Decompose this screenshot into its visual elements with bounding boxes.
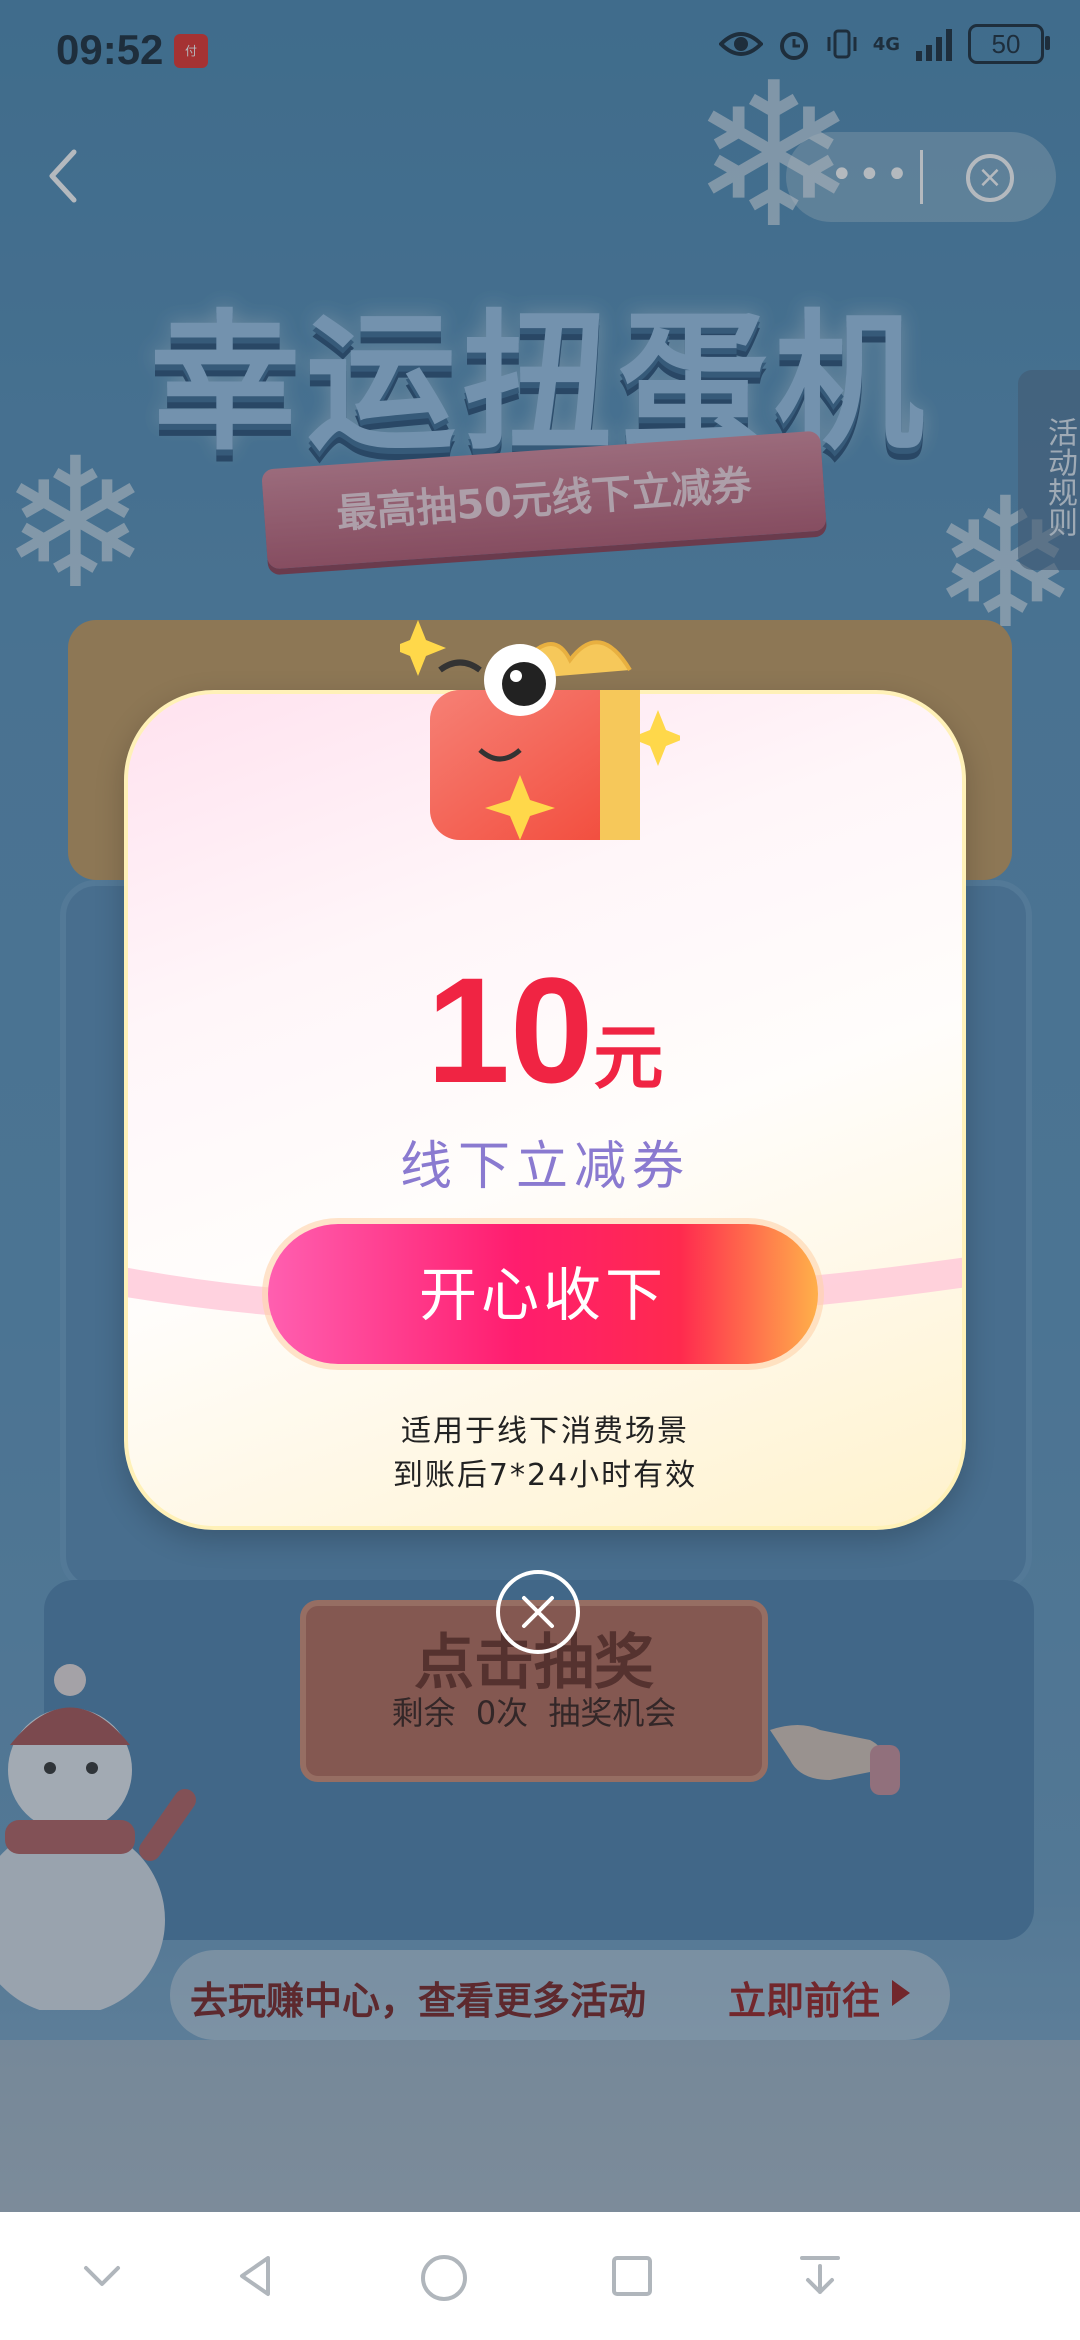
amount-number: 10 — [426, 946, 594, 1114]
prize-amount: 10元 — [128, 944, 962, 1117]
modal-close-button[interactable] — [496, 1570, 580, 1654]
accept-button[interactable]: 开心收下 — [268, 1224, 818, 1364]
close-icon — [522, 1596, 554, 1628]
home-circle-icon[interactable] — [418, 2252, 470, 2304]
system-nav-bar — [0, 2212, 1080, 2340]
chevron-down-icon[interactable] — [78, 2252, 126, 2300]
recent-square-icon[interactable] — [608, 2252, 656, 2300]
download-icon[interactable] — [796, 2252, 844, 2300]
note-line-2: 到账后7*24小时有效 — [392, 1458, 698, 1493]
note-line-1: 适用于线下消费场景 — [401, 1414, 689, 1449]
gift-box-icon — [400, 620, 680, 840]
screen: ❄ ❄ ❄ 09:52 付 4G 50 ••• × 幸运扭蛋机 最高抽50元线下… — [0, 0, 1080, 2212]
amount-unit: 元 — [593, 1017, 664, 1099]
back-triangle-icon[interactable] — [232, 2252, 280, 2300]
coupon-type: 线下立减券 — [399, 1137, 690, 1197]
